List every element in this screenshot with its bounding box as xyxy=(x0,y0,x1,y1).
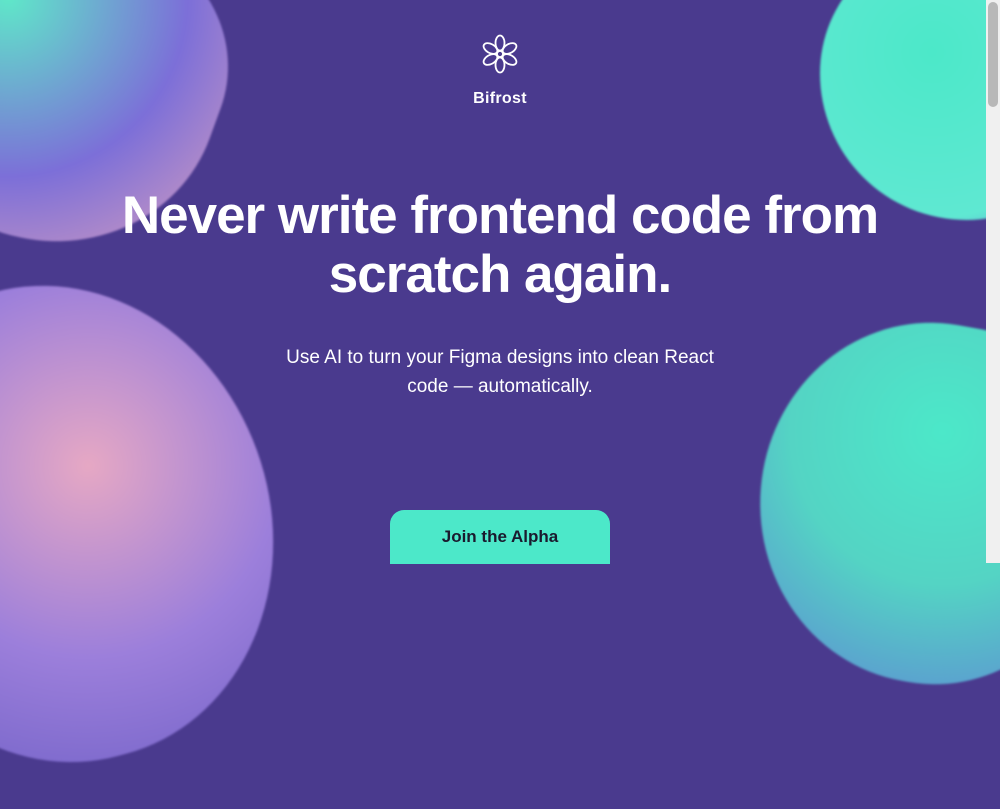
hero-headline: Never write frontend code from scratch a… xyxy=(100,186,900,305)
brand-name: Bifrost xyxy=(473,90,527,108)
scrollbar[interactable] xyxy=(986,0,1000,563)
scrollbar-thumb[interactable] xyxy=(988,2,998,107)
join-alpha-button[interactable]: Join the Alpha xyxy=(390,510,611,564)
hero-subheadline: Use AI to turn your Figma designs into c… xyxy=(280,343,720,402)
brand-header: Bifrost xyxy=(473,32,527,108)
hero-section: Bifrost Never write frontend code from s… xyxy=(0,0,1000,563)
flower-logo-icon xyxy=(478,32,522,76)
